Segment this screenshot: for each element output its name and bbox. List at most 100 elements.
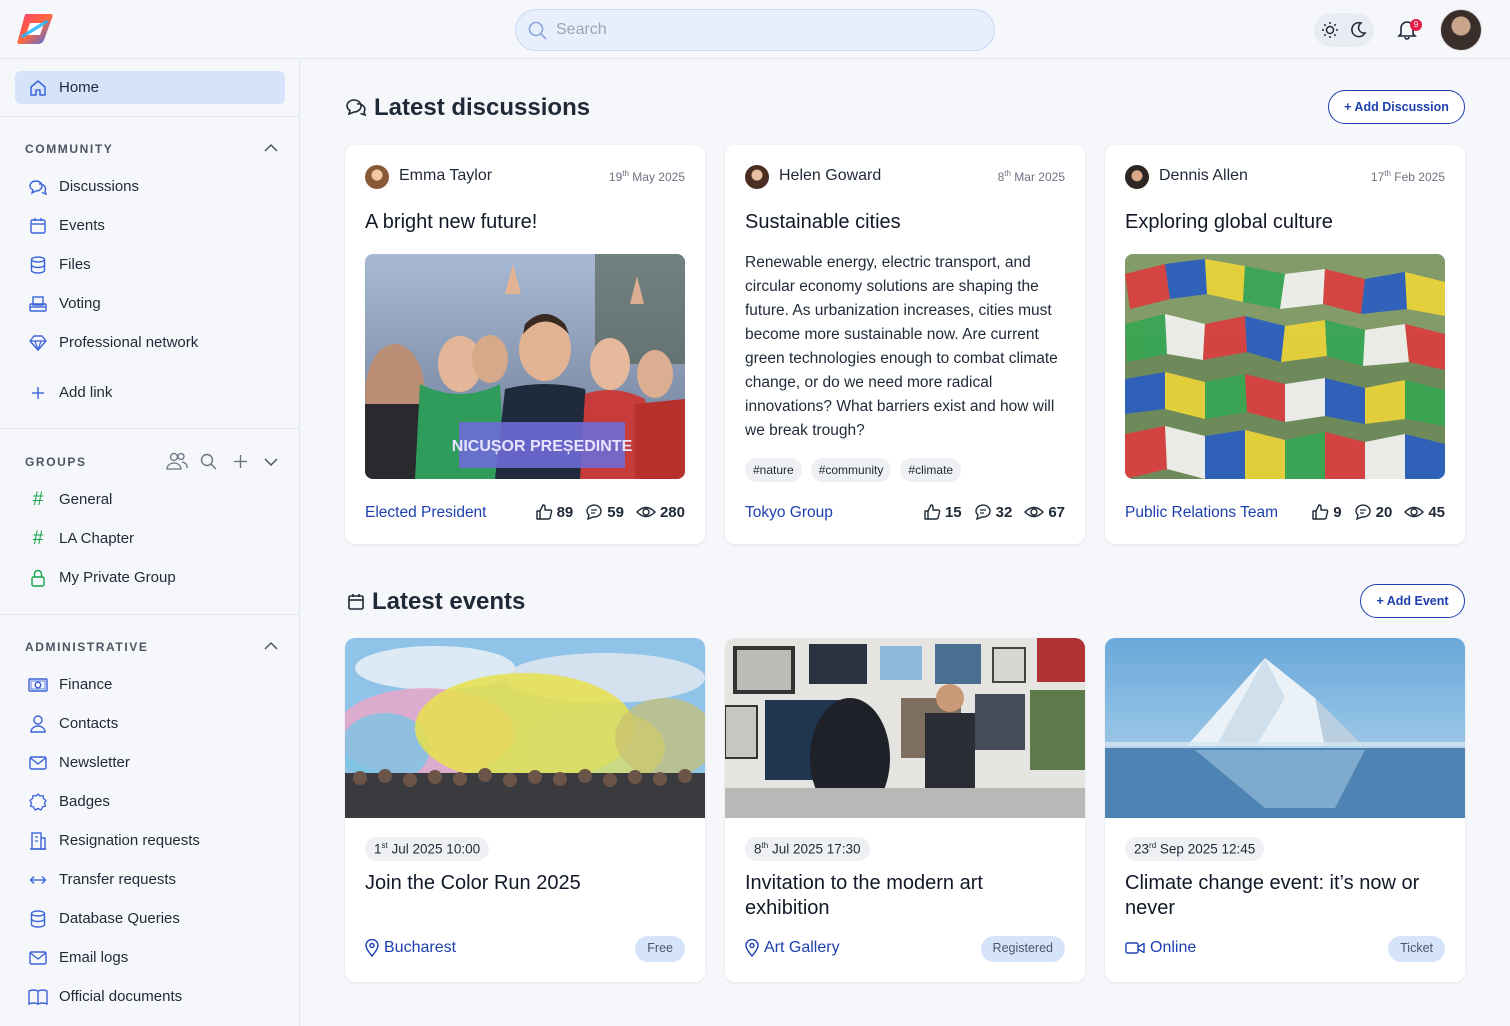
chevron-up-icon[interactable] (264, 641, 278, 650)
event-card[interactable]: 8th Jul 2025 17:30 Invitation to the mod… (725, 638, 1085, 982)
sidebar-item-official-documents[interactable]: Official documents (15, 980, 285, 1013)
sidebar-item-events[interactable]: Events (15, 209, 285, 242)
author-name[interactable]: Emma Taylor (399, 167, 492, 185)
sidebar-item-voting[interactable]: Voting (15, 287, 285, 320)
sidebar-item-label: Newsletter (59, 754, 130, 771)
user-avatar[interactable] (1440, 9, 1482, 51)
tag[interactable]: #climate (900, 458, 962, 482)
group-link[interactable]: Tokyo Group (745, 504, 833, 522)
event-card[interactable]: 23rd Sep 2025 12:45 Climate change event… (1105, 638, 1465, 982)
event-title[interactable]: Invitation to the modern art exhibition (745, 871, 1065, 921)
search-bar[interactable] (515, 9, 995, 51)
calendar-icon (28, 216, 48, 236)
discussion-card[interactable]: Dennis Allen 17th Feb 2025 Exploring glo… (1105, 145, 1465, 544)
search-icon[interactable] (200, 453, 217, 470)
sidebar-item-database-queries[interactable]: Database Queries (15, 902, 285, 935)
discussion-title[interactable]: Sustainable cities (745, 211, 901, 234)
sidebar-item-transfer-requests[interactable]: Transfer requests (15, 863, 285, 896)
likes-stat[interactable]: 89 (535, 503, 573, 521)
likes-stat[interactable]: 15 (923, 503, 962, 521)
event-date: 1st Jul 2025 10:00 (365, 837, 490, 861)
theme-toggle[interactable] (1314, 13, 1374, 47)
event-location[interactable]: Art Gallery (745, 939, 840, 957)
discussions-icon (346, 99, 367, 117)
discussion-title[interactable]: A bright new future! (365, 211, 537, 234)
notification-badge: 9 (1410, 19, 1422, 31)
sidebar-item-label: Official documents (59, 988, 183, 1005)
plus-icon[interactable] (233, 454, 248, 469)
sidebar-item-add-link[interactable]: Add link (15, 376, 285, 409)
sidebar-item-label: Contacts (59, 715, 119, 732)
discussion-card[interactable]: Emma Taylor 19th May 2025 A bright new f… (345, 145, 705, 544)
sun-icon[interactable] (1321, 21, 1339, 39)
sidebar-item-label: Files (59, 256, 91, 273)
sidebar-item-badges[interactable]: Badges (15, 785, 285, 818)
discussion-stats: 15 32 67 (911, 503, 1065, 521)
groups-section-header: GROUPS (25, 455, 87, 469)
sidebar-item-discussions[interactable]: Discussions (15, 170, 285, 203)
sidebar-item-group-private[interactable]: My Private Group (15, 561, 285, 594)
envelope-icon (28, 753, 48, 773)
event-location[interactable]: Bucharest (365, 939, 456, 957)
post-date: 17th Feb 2025 (1370, 169, 1445, 184)
sidebar-item-email-logs[interactable]: Email logs (15, 941, 285, 974)
add-event-button[interactable]: + Add Event (1360, 584, 1465, 618)
section-title-text: Latest discussions (374, 94, 591, 121)
plus-icon (28, 383, 48, 403)
author-name[interactable]: Helen Goward (779, 167, 881, 185)
event-card[interactable]: 1st Jul 2025 10:00 Join the Color Run 20… (345, 638, 705, 982)
sidebar-item-professional-network[interactable]: Professional network (15, 326, 285, 359)
event-title[interactable]: Climate change event: it’s now or never (1125, 871, 1445, 921)
sidebar: Home COMMUNITY Discussions Events Files … (0, 59, 300, 1026)
users-icon[interactable] (166, 452, 188, 470)
comments-stat[interactable]: 32 (974, 503, 1012, 521)
discussion-stats: 89 59 280 (523, 503, 685, 521)
sidebar-item-resignation-requests[interactable]: Resignation requests (15, 824, 285, 857)
sidebar-item-contacts[interactable]: Contacts (15, 707, 285, 740)
discussion-image[interactable]: NICUȘOR PREȘEDINTE (365, 254, 685, 479)
app-logo[interactable] (16, 12, 54, 46)
post-date: 8th Mar 2025 (997, 169, 1065, 184)
event-image[interactable] (725, 638, 1085, 818)
author-avatar[interactable] (745, 165, 769, 189)
views-stat: 45 (1404, 504, 1445, 521)
event-location[interactable]: Online (1125, 939, 1196, 957)
event-title[interactable]: Join the Color Run 2025 (365, 871, 685, 896)
sidebar-item-label: Home (59, 79, 100, 96)
sidebar-item-home[interactable]: Home (15, 71, 285, 104)
group-link[interactable]: Public Relations Team (1125, 504, 1278, 522)
sidebar-item-finance[interactable]: Finance (15, 668, 285, 701)
sidebar-item-group-la-chapter[interactable]: # LA Chapter (15, 522, 285, 555)
group-link[interactable]: Elected President (365, 504, 487, 522)
calendar-icon (348, 594, 364, 610)
likes-stat[interactable]: 9 (1311, 503, 1342, 521)
comments-stat[interactable]: 20 (1354, 503, 1392, 521)
moon-icon[interactable] (1349, 21, 1367, 39)
chevron-up-icon[interactable] (264, 143, 278, 152)
discussion-card[interactable]: Helen Goward 8th Mar 2025 Sustainable ci… (725, 145, 1085, 544)
sidebar-item-files[interactable]: Files (15, 248, 285, 281)
tag[interactable]: #nature (745, 458, 802, 482)
author-name[interactable]: Dennis Allen (1159, 167, 1248, 185)
discussion-image[interactable] (1125, 254, 1445, 479)
add-discussion-button[interactable]: + Add Discussion (1328, 90, 1465, 124)
author-avatar[interactable] (1125, 165, 1149, 189)
sidebar-item-newsletter[interactable]: Newsletter (15, 746, 285, 779)
discussion-title[interactable]: Exploring global culture (1125, 211, 1333, 234)
event-image[interactable] (1105, 638, 1465, 818)
comment-icon (974, 504, 991, 521)
section-title-text: Latest events (372, 588, 526, 615)
building-icon (28, 831, 48, 851)
search-input[interactable] (556, 10, 976, 50)
comments-stat[interactable]: 59 (585, 503, 624, 521)
sidebar-item-group-general[interactable]: # General (15, 483, 285, 516)
video-camera-icon (1125, 942, 1145, 954)
discussion-header: Dennis Allen 17th Feb 2025 (1125, 165, 1445, 189)
administrative-section-header: ADMINISTRATIVE (25, 640, 149, 654)
event-image[interactable] (345, 638, 705, 818)
tag[interactable]: #community (810, 458, 892, 482)
eye-icon (635, 506, 656, 518)
database-icon (28, 909, 48, 929)
author-avatar[interactable] (365, 165, 389, 189)
chevron-down-icon[interactable] (264, 458, 278, 467)
